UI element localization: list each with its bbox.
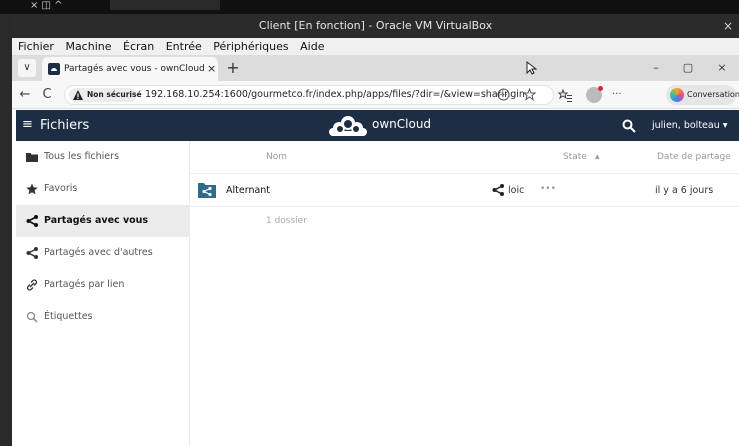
host-taskbar-strip: × ◫ ^ xyxy=(0,0,739,14)
sidebar-item-label: Étiquettes xyxy=(44,311,93,322)
column-header-name[interactable]: Nom xyxy=(266,141,326,173)
menu-entree[interactable]: Entrée xyxy=(166,40,202,53)
column-header-state[interactable]: State xyxy=(563,141,593,173)
profile-avatar[interactable] xyxy=(586,86,603,103)
window-close-button[interactable]: × xyxy=(708,55,736,81)
share-date: il y a 6 jours xyxy=(655,185,714,196)
menu-peripheriques[interactable]: Périphériques xyxy=(213,40,288,53)
user-menu[interactable]: julien, bolteau ▾ xyxy=(652,110,738,141)
folder-icon xyxy=(26,153,38,162)
sidebar-item-shared-by-link[interactable]: Partagés par lien xyxy=(16,269,190,301)
virtualbox-window: Client [En fonction] - Oracle VM Virtual… xyxy=(12,14,739,446)
menu-ecran[interactable]: Écran xyxy=(123,40,154,53)
virtualbox-titlebar: Client [En fonction] - Oracle VM Virtual… xyxy=(12,14,739,38)
minimize-button[interactable]: – xyxy=(642,55,670,81)
virtualbox-menubar: Fichier Machine Écran Entrée Périphériqu… xyxy=(12,38,739,55)
back-button[interactable]: ← xyxy=(16,85,34,105)
tab-close-button[interactable]: × xyxy=(207,57,217,81)
sidebar-item-label: Partagés avec d'autres xyxy=(44,247,153,258)
sidebar-item-label: Favoris xyxy=(44,183,78,194)
address-actions xyxy=(497,88,549,102)
menu-aide[interactable]: Aide xyxy=(300,40,324,53)
files-sidebar: Tous les fichiers Favoris Partagés avec … xyxy=(16,141,190,446)
sidebar-item-all-files[interactable]: Tous les fichiers xyxy=(16,141,190,173)
copilot-button[interactable]: Conversation xyxy=(666,85,739,105)
owncloud-favicon-icon xyxy=(48,63,60,75)
reload-button[interactable]: C xyxy=(38,85,56,105)
sort-ascending-icon: ▴ xyxy=(595,152,600,162)
file-name[interactable]: Alternant xyxy=(226,174,366,208)
copilot-label: Conversation xyxy=(687,90,739,99)
virtualbox-close-button[interactable]: × xyxy=(723,14,733,38)
shared-folder-icon xyxy=(198,183,216,198)
sidebar-item-favorites[interactable]: Favoris xyxy=(16,173,190,205)
shared-by-label[interactable]: loic xyxy=(508,174,538,208)
maximize-button[interactable]: ▢ xyxy=(674,55,702,81)
favorites-list-icon[interactable] xyxy=(558,89,572,102)
app-name[interactable]: Fichiers xyxy=(40,110,140,141)
guest-browser: ∨ Partagés avec vous - ownCloud × + – ▢ … xyxy=(12,55,739,446)
owncloud-header: ≡ Fichiers ownCloud julien, bolteau ▾ xyxy=(16,110,739,141)
share-icon xyxy=(26,215,38,227)
table-row[interactable]: Alternant loic ••• il y a 6 jours xyxy=(190,173,739,207)
host-strip-window xyxy=(110,0,220,10)
tab-list-button[interactable]: ∨ xyxy=(18,59,36,77)
host-desktop-edge xyxy=(0,14,12,446)
more-actions-icon[interactable]: ••• xyxy=(540,174,556,208)
star-icon xyxy=(26,183,38,195)
reader-icon[interactable] xyxy=(497,88,510,101)
favorite-star-icon[interactable] xyxy=(523,88,536,101)
tag-search-icon xyxy=(26,311,38,323)
navigation-bar: ← C Non sécurisé 192.168.10.254:1600/gou… xyxy=(12,81,739,109)
search-icon[interactable] xyxy=(622,119,636,133)
browser-menu-button[interactable]: ··· xyxy=(612,85,628,105)
column-header-share-date[interactable]: Date de partage xyxy=(657,141,737,173)
sidebar-item-shared-with-you[interactable]: Partagés avec vous xyxy=(16,205,190,237)
sidebar-item-label: Partagés par lien xyxy=(44,279,125,290)
sidebar-item-tags[interactable]: Étiquettes xyxy=(16,301,190,333)
new-tab-button[interactable]: + xyxy=(224,57,242,79)
owncloud-logo-icon xyxy=(329,116,367,136)
mouse-cursor-icon xyxy=(526,61,538,75)
share-icon[interactable] xyxy=(492,184,504,196)
tab-bar: ∨ Partagés avec vous - ownCloud × + – ▢ … xyxy=(12,55,739,81)
share-icon xyxy=(26,247,38,259)
address-bar[interactable]: Non sécurisé 192.168.10.254:1600/gourmet… xyxy=(64,85,554,105)
owncloud-brand: ownCloud xyxy=(372,117,432,131)
sidebar-item-label: Tous les fichiers xyxy=(44,151,120,162)
warning-icon xyxy=(73,90,83,100)
security-badge[interactable]: Non sécurisé xyxy=(69,88,142,102)
security-label: Non sécurisé xyxy=(87,90,142,99)
menu-machine[interactable]: Machine xyxy=(65,40,111,53)
sidebar-item-label: Partagés avec vous xyxy=(44,215,149,226)
copilot-icon xyxy=(670,88,684,102)
virtualbox-title: Client [En fonction] - Oracle VM Virtual… xyxy=(258,19,493,32)
link-icon xyxy=(27,279,37,291)
tab-active[interactable]: Partagés avec vous - ownCloud × xyxy=(42,57,218,81)
menu-fichier[interactable]: Fichier xyxy=(18,40,54,53)
host-strip-glyphs: × ◫ ^ xyxy=(30,0,63,11)
url-text[interactable]: 192.168.10.254:1600/gourmetco.fr/index.p… xyxy=(145,86,525,104)
file-list: Nom State ▴ Date de partage Alternant lo… xyxy=(190,141,739,446)
tab-title: Partagés avec vous - ownCloud xyxy=(64,64,204,74)
sidebar-item-shared-with-others[interactable]: Partagés avec d'autres xyxy=(16,237,190,269)
app-menu-icon[interactable]: ≡ xyxy=(22,118,34,132)
file-summary: 1 dossier xyxy=(266,216,307,226)
